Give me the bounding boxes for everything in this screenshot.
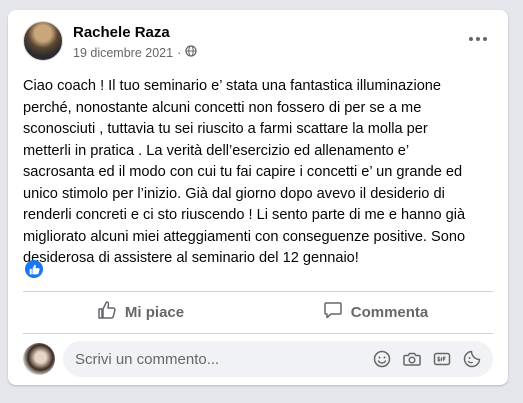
- comment-placeholder: Scrivi un commento...: [75, 350, 220, 368]
- comment-label: Commenta: [350, 303, 429, 321]
- reactions-summary[interactable]: [25, 260, 43, 278]
- comment-composer: Scrivi un commento...: [23, 341, 493, 377]
- emoji-icon[interactable]: [373, 350, 391, 368]
- post-date[interactable]: 19 dicembre 2021: [73, 46, 173, 60]
- post-text: Ciao coach ! Il tuo seminario e’ stata u…: [23, 78, 466, 266]
- comment-button[interactable]: Commenta: [258, 292, 493, 332]
- like-reaction-icon: [25, 260, 43, 278]
- meta-separator: ·: [177, 45, 182, 60]
- thumbs-up-icon: [97, 300, 117, 324]
- like-button[interactable]: Mi piace: [23, 292, 258, 332]
- comment-tools: [373, 350, 481, 368]
- post-actions: Mi piace Commenta: [23, 292, 493, 332]
- globe-icon: [185, 45, 197, 60]
- camera-icon[interactable]: [403, 350, 421, 368]
- post-meta: 19 dicembre 2021 ·: [73, 45, 197, 60]
- comment-input[interactable]: Scrivi un commento...: [63, 341, 493, 377]
- gif-icon[interactable]: [433, 350, 451, 368]
- sticker-icon[interactable]: [463, 350, 481, 368]
- post-header: Rachele Raza 19 dicembre 2021 ·: [23, 21, 493, 65]
- post-card: Rachele Raza 19 dicembre 2021 · Ciao coa…: [8, 10, 508, 385]
- like-label: Mi piace: [124, 303, 185, 321]
- divider-bottom: [23, 333, 493, 334]
- more-options-icon[interactable]: [463, 27, 493, 51]
- user-avatar[interactable]: [23, 343, 55, 375]
- comment-icon: [323, 300, 343, 324]
- author-name[interactable]: Rachele Raza: [73, 24, 170, 41]
- author-avatar[interactable]: [23, 21, 63, 61]
